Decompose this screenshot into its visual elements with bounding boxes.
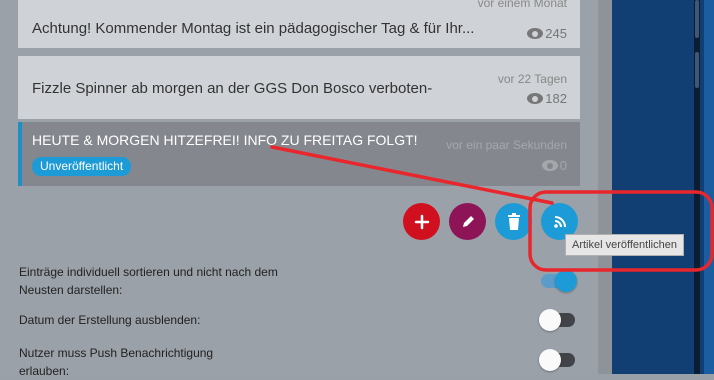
article-time: vor 22 Tagen (497, 72, 567, 86)
scrollbar-thumb-secondary[interactable] (695, 52, 699, 88)
eye-icon (527, 28, 544, 39)
views-count: 182 (545, 91, 567, 106)
scrollbar-thumb[interactable] (695, 0, 699, 38)
setting-label-push: Nutzer muss Push Benachrichtigung erlaub… (19, 346, 214, 378)
publish-tooltip: Artikel veröffentlichen (565, 234, 684, 256)
article-card-selected[interactable]: HEUTE & MORGEN HITZEFREI! INFO ZU FREITA… (18, 122, 580, 186)
add-button[interactable] (403, 203, 440, 240)
right-edge (704, 0, 714, 374)
eye-icon (541, 160, 558, 171)
eye-icon (527, 93, 544, 104)
sort-toggle[interactable] (541, 270, 577, 292)
toggle-knob (539, 309, 561, 331)
article-views: 245 (527, 26, 567, 41)
panel-gutter (598, 0, 612, 374)
trash-icon (507, 212, 520, 230)
plus-icon (414, 214, 429, 229)
article-title: Fizzle Spinner ab morgen an der GGS Don … (32, 80, 433, 97)
views-count: 245 (545, 26, 567, 41)
pencil-icon (462, 215, 474, 227)
article-card[interactable]: Achtung! Kommender Montag ist ein pädago… (18, 0, 580, 48)
article-title: Achtung! Kommender Montag ist ein pädago… (32, 20, 475, 37)
hide-date-toggle[interactable] (539, 309, 575, 331)
article-time: vor ein paar Sekunden (446, 138, 567, 152)
delete-button[interactable] (495, 203, 532, 240)
unpublished-badge: Unveröffentlicht (32, 157, 132, 176)
toggle-knob (539, 349, 561, 371)
article-time: vor einem Monat (477, 0, 567, 10)
article-card[interactable]: Fizzle Spinner ab morgen an der GGS Don … (18, 56, 580, 119)
setting-label-sort: Einträge individuell sortieren und nicht… (19, 265, 278, 297)
views-count: 0 (559, 158, 567, 173)
article-views: 0 (541, 158, 567, 173)
setting-label-hide-date: Datum der Erstellung ausblenden: (19, 313, 201, 327)
selection-indicator (18, 122, 22, 186)
article-views: 182 (527, 91, 567, 106)
edit-button[interactable] (449, 203, 486, 240)
toggle-knob (555, 270, 577, 292)
push-toggle[interactable] (539, 349, 575, 371)
rss-icon (553, 215, 566, 228)
article-title: HEUTE & MORGEN HITZEFREI! INFO ZU FREITA… (32, 132, 418, 148)
